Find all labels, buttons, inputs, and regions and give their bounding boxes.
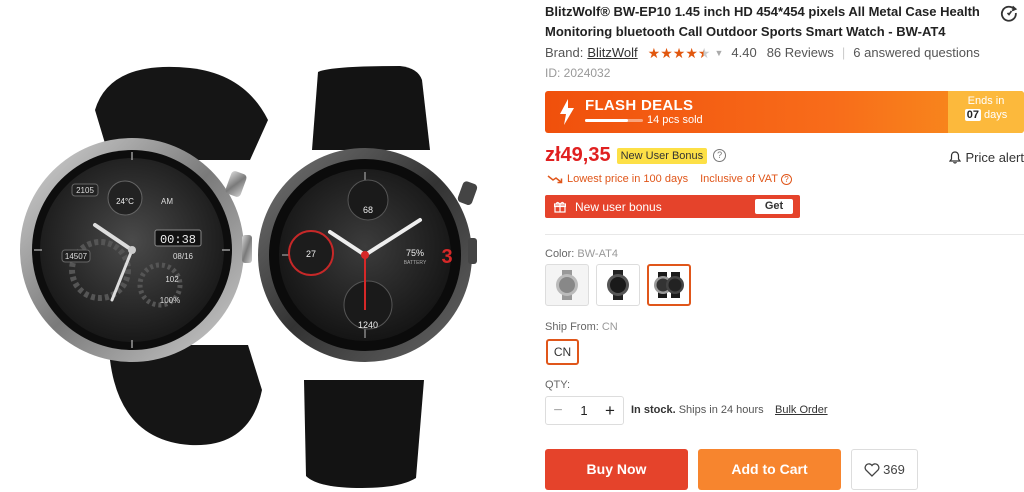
right-bottom-value: 1240	[358, 320, 378, 330]
left-step-value: 2105	[76, 186, 94, 195]
right-left-value: 27	[306, 249, 316, 259]
price-alert-button[interactable]: Price alert	[949, 150, 1024, 165]
rating-value: 4.40	[731, 45, 757, 60]
right-battery: 75%	[406, 248, 424, 258]
gift-icon	[554, 201, 566, 213]
new-user-bonus-label: New user bonus	[575, 199, 662, 214]
product-image[interactable]: 2105 24°C AM 00:38 08/16 14507 102 100% …	[0, 0, 530, 492]
star-icon: ★	[647, 44, 661, 61]
buy-now-button[interactable]: Buy Now	[545, 449, 688, 490]
right-hour: 3	[441, 246, 452, 268]
color-label-text: Color:	[545, 248, 575, 260]
ends-in-label: Ends in	[967, 95, 1005, 107]
right-watch-top-strap	[312, 66, 430, 150]
star-icon: ★	[660, 44, 673, 61]
bulk-order-link[interactable]: Bulk Order	[775, 404, 828, 416]
left-period: AM	[161, 197, 173, 206]
stock-status: In stock. Ships in 24 hours	[631, 404, 764, 416]
qty-label: QTY:	[545, 379, 571, 391]
ship-from-label-text: Ship From:	[545, 321, 599, 333]
section-divider	[545, 234, 1024, 235]
qty-minus-button[interactable]: −	[546, 402, 570, 420]
smartwatch-illustration: 2105 24°C AM 00:38 08/16 14507 102 100% …	[20, 66, 478, 488]
color-swatches	[545, 264, 698, 306]
trend-down-icon	[547, 174, 563, 183]
help-icon[interactable]: ?	[713, 149, 727, 162]
share-icon[interactable]	[1000, 4, 1018, 22]
price-row: zł49,35 New User Bonus ? Price alert	[545, 144, 1024, 167]
right-heart: 68	[363, 205, 373, 215]
brand-link[interactable]: BlitzWolf	[587, 45, 637, 60]
ends-in-box: Ends in 07 days	[948, 91, 1024, 133]
wishlist-button[interactable]: 369	[851, 449, 918, 490]
right-watch-bottom-strap	[304, 380, 424, 488]
add-to-cart-button[interactable]: Add to Cart	[698, 449, 841, 490]
ships-in-label: Ships in 24 hours	[678, 404, 764, 416]
star-icon: ★	[672, 44, 686, 61]
lowest-price-row: Lowest price in 100 days Inclusive of VA…	[547, 173, 792, 185]
heart-icon	[864, 462, 880, 477]
watch-thumbnail-icon	[607, 270, 629, 300]
left-heart: 102	[165, 275, 179, 284]
sold-progress-fill	[585, 119, 628, 122]
product-title: BlitzWolf® BW-EP10 1.45 inch HD 454*454 …	[545, 4, 980, 39]
in-stock-label: In stock.	[631, 404, 676, 416]
get-bonus-button[interactable]: Get	[755, 199, 793, 214]
brand-label: Brand:	[545, 45, 584, 60]
color-swatch-bw-at4[interactable]	[647, 264, 691, 306]
price-alert-label: Price alert	[965, 150, 1024, 165]
flash-deals-banner: FLASH DEALS 14 pcs sold Ends in 07 days	[545, 91, 1024, 133]
reviews-link[interactable]: 86 Reviews	[767, 45, 834, 60]
wishlist-count: 369	[883, 462, 905, 477]
qty-plus-button[interactable]: +	[598, 401, 622, 421]
bell-icon	[949, 151, 962, 164]
ship-from-value: CN	[601, 321, 618, 333]
ship-from-cn-button[interactable]: CN	[546, 339, 579, 365]
sold-progress-bar	[585, 119, 643, 122]
ends-days-value: 07	[964, 109, 981, 121]
quantity-stepper: − 1 +	[545, 396, 624, 425]
vat-label: Inclusive of VAT	[700, 173, 778, 185]
left-battery: 100%	[160, 296, 180, 305]
help-icon[interactable]: ?	[780, 173, 792, 185]
divider: |	[841, 45, 846, 60]
sold-count: 14 pcs sold	[647, 114, 703, 126]
lightning-icon	[560, 99, 574, 125]
color-swatch-black[interactable]	[596, 264, 640, 306]
left-steps2: 14507	[65, 252, 88, 261]
meta-row: Brand: BlitzWolf ★ ★ ★ ★ ★ ▼ 4.40 86 Rev…	[545, 45, 980, 60]
ends-days-unit: days	[984, 109, 1008, 121]
watch-thumbnail-icon	[556, 270, 578, 300]
product-info: BlitzWolf® BW-EP10 1.45 inch HD 454*454 …	[545, 0, 1024, 492]
color-swatch-silver[interactable]	[545, 264, 589, 306]
left-date: 08/16	[173, 252, 194, 261]
product-id: ID: 2024032	[545, 66, 611, 80]
star-icon: ★	[685, 44, 698, 61]
rating-stars[interactable]: ★ ★ ★ ★ ★	[648, 46, 711, 60]
lowest-price-label: Lowest price in 100 days	[567, 173, 689, 185]
right-battery-label: BATTERY	[404, 260, 427, 266]
chevron-down-icon[interactable]: ▼	[714, 48, 723, 58]
color-label: Color: BW-AT4	[545, 248, 618, 260]
left-temp: 24°C	[116, 197, 134, 206]
price: zł49,35	[545, 144, 611, 166]
color-value: BW-AT4	[577, 248, 618, 260]
new-user-bonus-badge: New User Bonus	[616, 147, 708, 164]
half-star-icon: ★	[697, 44, 711, 61]
flash-deals-title: FLASH DEALS	[585, 97, 694, 114]
watch-thumbnail-icon	[654, 272, 684, 298]
qty-value[interactable]: 1	[570, 403, 598, 418]
questions-link[interactable]: 6 answered questions	[853, 45, 979, 60]
ship-from-label: Ship From: CN	[545, 321, 618, 333]
new-user-bonus-bar: New user bonus Get	[545, 195, 800, 218]
left-time: 00:38	[160, 233, 196, 247]
